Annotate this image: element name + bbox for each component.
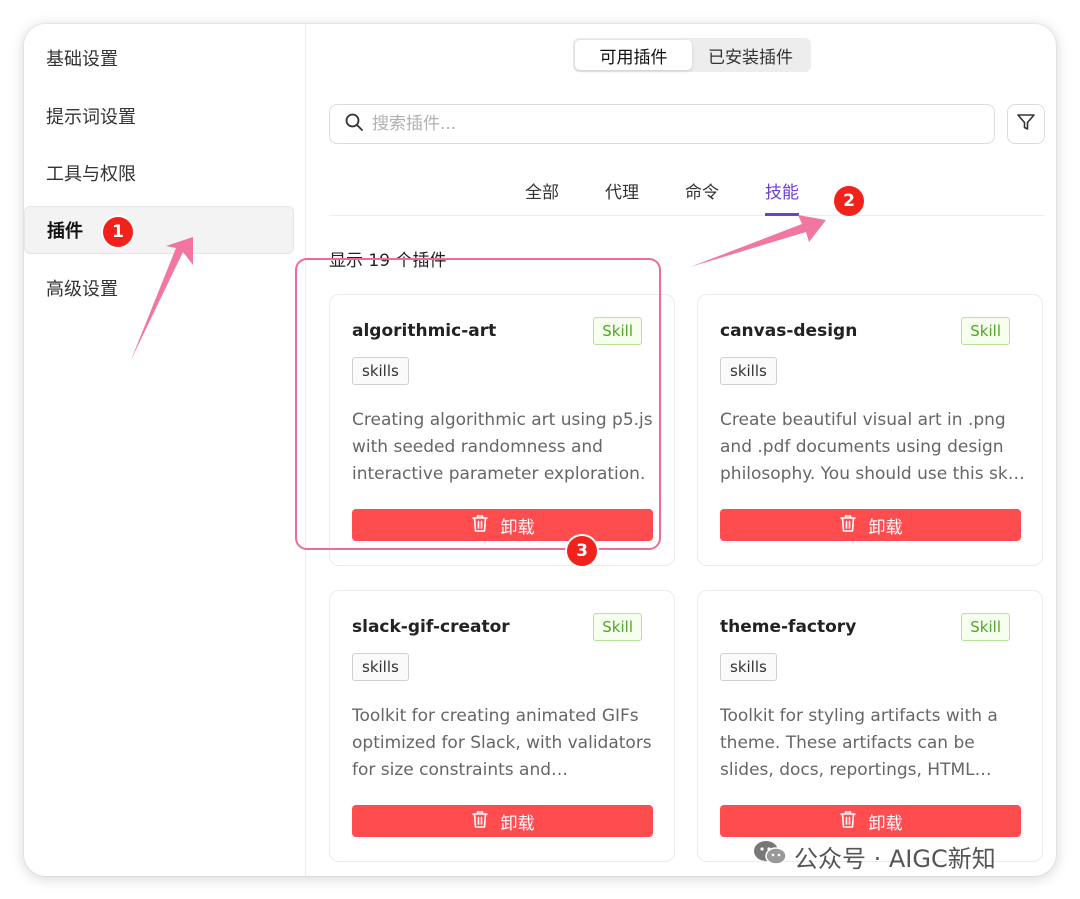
tab-agents[interactable]: 代理 [605,178,639,216]
plugin-type-badge: Skill [593,613,642,641]
plugin-search-box[interactable] [329,104,995,144]
plugin-name: theme-factory [720,617,857,637]
uninstall-label: 卸载 [868,813,903,834]
step-badge-3: 3 [567,536,597,566]
trash-icon [839,513,857,538]
highlight-box [295,258,661,550]
step-badge-1: 1 [103,217,133,247]
plugin-tag: skills [352,653,409,681]
sidebar-item-advanced[interactable]: 高级设置 [24,264,294,312]
wechat-icon [752,838,788,874]
uninstall-button[interactable]: 卸载 [720,805,1021,837]
plugin-card: canvas-design Skill skills Create beauti… [697,294,1043,566]
plugin-type-badge: Skill [961,613,1010,641]
plugin-card: slack-gif-creator Skill skills Toolkit f… [329,590,675,862]
uninstall-label: 卸载 [500,813,535,834]
tab-installed-plugins[interactable]: 已安装插件 [692,40,809,70]
plugin-name: canvas-design [720,321,858,341]
filter-button[interactable] [1007,104,1045,144]
plugin-tag: skills [720,357,777,385]
sidebar-item-plugins[interactable]: 插件 [24,206,294,254]
category-tabs: 全部 代理 命令 技能 [329,174,1045,216]
tab-commands[interactable]: 命令 [685,178,719,216]
tab-available-plugins[interactable]: 可用插件 [575,40,692,70]
plugin-description: Toolkit for styling artifacts with a the… [720,706,998,780]
search-input[interactable] [372,114,932,134]
trash-icon [471,809,489,834]
sidebar-item-prompt[interactable]: 提示词设置 [24,92,294,140]
sidebar-item-tools[interactable]: 工具与权限 [24,149,294,197]
sidebar-item-label: 工具与权限 [46,164,136,185]
plugin-tag: skills [720,653,777,681]
plugin-description: Create beautiful visual art in .png and … [720,410,1022,484]
trash-icon [839,809,857,834]
sidebar-item-label: 基础设置 [46,49,118,70]
step-badge-2: 2 [834,186,864,216]
uninstall-label: 卸载 [868,517,903,538]
filter-icon [1016,112,1036,136]
sidebar-item-basic[interactable]: 基础设置 [24,34,294,82]
watermark: 公众号 · AIGC新知 [752,838,996,874]
uninstall-button[interactable]: 卸载 [352,805,653,837]
plugin-source-toggle: 可用插件 已安装插件 [573,38,811,72]
plugin-description: Toolkit for creating animated GIFs optim… [352,706,652,780]
plugin-type-badge: Skill [961,317,1010,345]
plugin-name: slack-gif-creator [352,617,510,637]
plugin-card: theme-factory Skill skills Toolkit for s… [697,590,1043,862]
sidebar-item-label: 提示词设置 [46,107,136,128]
tab-skills[interactable]: 技能 [765,178,799,216]
sidebar-item-label: 插件 [47,221,83,242]
tab-all[interactable]: 全部 [525,178,559,216]
sidebar-item-label: 高级设置 [46,279,118,300]
settings-sidebar: 基础设置 提示词设置 工具与权限 插件 高级设置 [24,24,306,876]
search-icon [344,112,364,136]
uninstall-button[interactable]: 卸载 [720,509,1021,541]
watermark-text: 公众号 · AIGC新知 [794,844,996,873]
